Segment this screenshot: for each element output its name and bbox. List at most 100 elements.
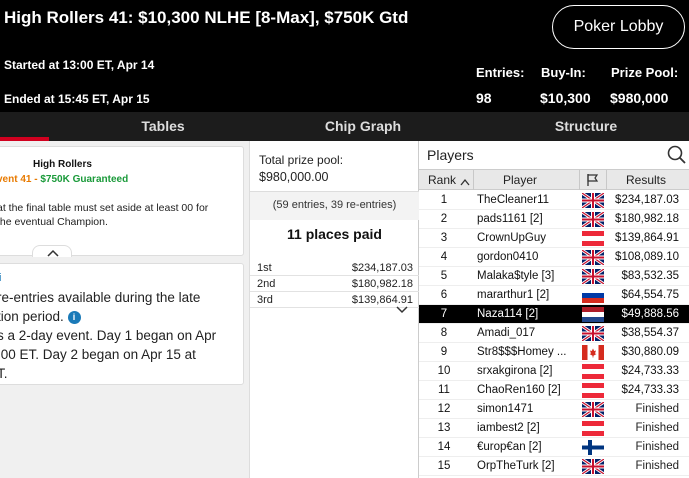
player-rank: 12 — [437, 403, 451, 415]
search-icon[interactable] — [667, 145, 687, 165]
player-rank: 1 — [440, 194, 448, 206]
tournament-header: High Rollers 41: $10,300 NLHE [8-Max], $… — [0, 0, 689, 112]
places-paid: 11 places paid — [287, 226, 382, 242]
player-rank: 14 — [437, 441, 451, 453]
netherlands-flag-icon — [582, 307, 604, 322]
player-row[interactable]: 8 Amadi_017 $38,554.37 — [419, 324, 689, 343]
payout-row: 3rd $139,864.91 — [250, 292, 419, 308]
player-name: TheCleaner11 — [477, 194, 550, 206]
start-time: Started at 13:00 ET, Apr 14 — [4, 58, 155, 72]
info-text: re-entries available during the late tio… — [0, 290, 217, 381]
chevron-up-icon — [47, 249, 59, 257]
uk-flag-icon — [582, 402, 604, 417]
austria-flag-icon — [582, 364, 604, 379]
player-name: Naza114 [2] — [477, 308, 539, 320]
tab-tables[interactable]: Tables — [49, 112, 277, 141]
austria-flag-icon — [582, 231, 604, 246]
player-row[interactable]: 1 TheCleaner11 $234,187.03 — [419, 191, 689, 210]
flag-column-icon[interactable] — [585, 173, 599, 187]
player-rank: 2 — [440, 213, 448, 225]
player-row[interactable]: 13 iambest2 [2] Finished — [419, 419, 689, 438]
uk-flag-icon — [582, 193, 604, 208]
player-row[interactable]: 2 pads1161 [2] $180,982.18 — [419, 210, 689, 229]
rank-column-header[interactable]: Rank — [428, 173, 470, 187]
player-rank: 5 — [440, 270, 448, 282]
austria-flag-icon — [582, 383, 604, 398]
player-name: simon1471 — [477, 403, 534, 415]
entries-label: Entries: — [476, 65, 525, 80]
player-name: OrpTheTurk [2] — [477, 460, 555, 472]
player-result: $139,864.91 — [615, 232, 679, 244]
players-panel: Players Rank Player Results 1 TheCleaner1… — [419, 141, 689, 478]
player-name: ChaoRen160 [2] — [477, 384, 561, 396]
austria-flag-icon — [582, 421, 604, 436]
player-row[interactable]: 15 OrpTheTurk [2] Finished — [419, 457, 689, 476]
player-column-header[interactable]: Player — [503, 173, 537, 187]
player-result: $64,554.75 — [621, 289, 679, 301]
event-card-title: High Rollers — [33, 159, 92, 170]
player-row[interactable]: 11 ChaoRen160 [2] $24,733.33 — [419, 381, 689, 400]
info-card: i re-entries available during the late t… — [0, 263, 244, 385]
chevron-down-icon[interactable] — [395, 304, 409, 314]
buyin-label: Buy-In: — [541, 65, 586, 80]
player-row[interactable]: 5 Malaka$tyle [3] $83,532.35 — [419, 267, 689, 286]
canada-flag-icon — [582, 345, 604, 360]
player-rank: 7 — [440, 308, 448, 320]
player-row[interactable]: 4 gordon0410 $108,089.10 — [419, 248, 689, 267]
total-prize-label: Total prize pool: — [259, 153, 344, 167]
player-result: $24,733.33 — [621, 365, 679, 377]
player-rank: 3 — [440, 232, 448, 244]
tournament-info-panel: High Rollers vent 41 - $750K Guaranteed … — [0, 141, 249, 478]
tab-structure[interactable]: Structure — [472, 112, 689, 141]
player-result: $49,888.56 — [621, 308, 679, 320]
info-marker: i — [0, 272, 2, 284]
player-result: Finished — [635, 460, 679, 472]
player-rank: 8 — [440, 327, 448, 339]
player-name: iambest2 [2] — [477, 422, 540, 434]
player-rank: 6 — [440, 289, 448, 301]
info-icon[interactable]: i — [67, 311, 81, 324]
entries-summary: (59 entries, 39 re-entries) — [250, 191, 419, 220]
player-name: CrownUpGuy — [477, 232, 547, 244]
player-name: Amadi_017 — [477, 327, 536, 339]
player-rank: 13 — [437, 422, 451, 434]
player-name: gordon0410 — [477, 251, 539, 263]
player-rank: 15 — [437, 460, 451, 472]
player-result: $83,532.35 — [621, 270, 679, 282]
tab-bar: Tables Chip Graph Structure — [0, 112, 689, 141]
player-row[interactable]: 10 srxakgirona [2] $24,733.33 — [419, 362, 689, 381]
total-prize-value: $980,000.00 — [259, 170, 329, 184]
prize-pool-panel: Total prize pool: $980,000.00 (59 entrie… — [249, 141, 419, 478]
player-result: $24,733.33 — [621, 384, 679, 396]
player-name: Str8$$$Homey ... — [477, 346, 567, 358]
player-result: $30,880.09 — [621, 346, 679, 358]
players-title: Players — [427, 147, 474, 163]
player-row[interactable]: 12 simon1471 Finished — [419, 400, 689, 419]
player-name: €urop€an [2] — [477, 441, 542, 453]
poker-lobby-button[interactable]: Poker Lobby — [552, 5, 685, 49]
results-column-header[interactable]: Results — [626, 173, 666, 187]
player-result: Finished — [635, 422, 679, 434]
player-name: mararthur1 [2] — [477, 289, 550, 301]
player-rank: 11 — [438, 384, 450, 396]
player-rank: 9 — [440, 346, 448, 358]
payout-row: 2nd $180,982.18 — [250, 276, 419, 292]
player-result: $108,089.10 — [615, 251, 679, 263]
collapse-toggle[interactable] — [32, 245, 72, 257]
player-row[interactable]: 9 Str8$$$Homey ... $30,880.09 — [419, 343, 689, 362]
player-result: $180,982.18 — [615, 213, 679, 225]
russia-flag-icon — [582, 288, 604, 303]
uk-flag-icon — [582, 212, 604, 227]
players-table-header: Rank Player Results — [419, 169, 689, 190]
tab-chip-graph[interactable]: Chip Graph — [249, 112, 477, 141]
uk-flag-icon — [582, 326, 604, 341]
player-rank: 4 — [440, 251, 448, 263]
player-row[interactable]: 7 Naza114 [2] $49,888.56 — [419, 305, 689, 324]
player-row[interactable]: 3 CrownUpGuy $139,864.91 — [419, 229, 689, 248]
player-row[interactable]: 14 €urop€an [2] Finished — [419, 438, 689, 457]
player-row[interactable]: 6 mararthur1 [2] $64,554.75 — [419, 286, 689, 305]
player-rank: 10 — [437, 365, 451, 377]
player-result: Finished — [635, 403, 679, 415]
player-result: $38,554.37 — [621, 327, 679, 339]
player-name: Malaka$tyle [3] — [477, 270, 555, 282]
